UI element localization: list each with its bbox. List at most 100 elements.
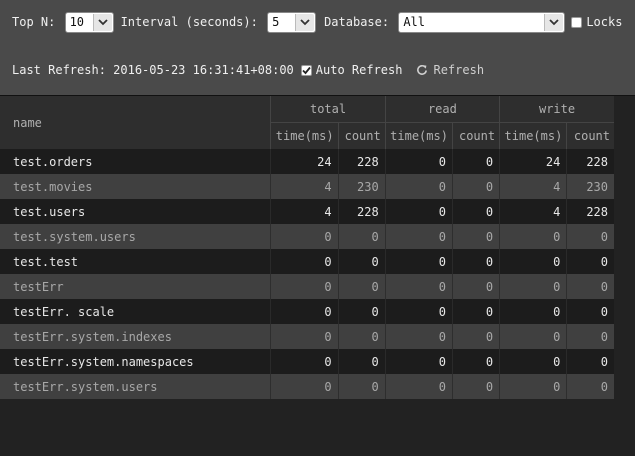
write-count-cell: 228 [566,149,614,174]
total-time-cell: 4 [270,174,339,199]
chevron-down-icon [92,13,112,31]
write-count-cell: 0 [566,224,614,249]
total-count-cell: 0 [337,249,386,274]
top-n-value: 10 [69,15,85,29]
read-count-cell: 0 [451,274,500,299]
total-count-cell: 228 [337,149,386,174]
last-refresh-label: Last Refresh: [12,63,114,77]
header-write-time[interactable]: time(ms) [499,122,567,149]
header-write-count[interactable]: count [566,122,614,149]
write-time-cell: 4 [499,199,567,224]
write-count-cell: 0 [566,324,614,349]
total-time-cell: 0 [270,249,339,274]
header-read-time[interactable]: time(ms) [384,122,453,149]
toolbar: Top N: 10 Interval (seconds): 5 Database… [0,0,635,95]
read-time-cell: 0 [384,349,453,374]
table-row[interactable]: test.system.users 0 0 0 0 0 0 [0,224,614,249]
header-total-time[interactable]: time(ms) [270,122,339,149]
table-row[interactable]: test.orders 24 228 0 0 24 228 [0,149,614,174]
write-count-cell: 0 [566,249,614,274]
read-time-cell: 0 [384,299,453,324]
total-count-cell: 0 [337,274,386,299]
chevron-down-icon [295,13,315,31]
row-name: test.movies [0,174,271,199]
header-total-count[interactable]: count [337,122,386,149]
total-time-cell: 0 [270,349,339,374]
row-name: testErr.system.indexes [0,324,271,349]
read-count-cell: 0 [451,199,500,224]
row-name: test.test [0,249,271,274]
total-time-cell: 0 [270,374,339,399]
write-time-cell: 24 [499,149,567,174]
interval-value: 5 [272,15,280,29]
interval-select[interactable]: 5 [267,11,317,33]
table-row[interactable]: testErr.system.namespaces 0 0 0 0 0 0 [0,349,614,374]
write-count-cell: 228 [566,199,614,224]
write-time-cell: 0 [499,249,567,274]
read-count-cell: 0 [451,299,500,324]
database-value: All [403,15,426,29]
write-count-cell: 0 [566,374,614,399]
refresh-button[interactable]: Refresh [416,63,484,77]
total-time-cell: 0 [270,274,339,299]
top-n-select[interactable]: 10 [64,11,114,33]
row-name: testErr.system.namespaces [0,349,271,374]
total-count-cell: 0 [337,324,386,349]
stats-table: name total read write time(ms) count tim… [0,96,614,399]
total-count-cell: 0 [337,349,386,374]
top-n-label: Top N: [12,15,63,29]
controls-row: Top N: 10 Interval (seconds): 5 Database… [12,10,622,34]
total-count-cell: 230 [337,174,386,199]
total-time-cell: 0 [270,299,339,324]
write-time-cell: 0 [499,349,567,374]
row-name: test.system.users [0,224,271,249]
row-name: testErr. scale [0,299,271,324]
read-count-cell: 0 [451,149,500,174]
header-read-count[interactable]: count [451,122,500,149]
read-count-cell: 0 [451,249,500,274]
total-count-cell: 228 [337,199,386,224]
write-count-cell: 0 [566,299,614,324]
header-group-read: read [384,96,500,123]
auto-refresh-checkbox[interactable] [300,64,312,76]
write-time-cell: 0 [499,324,567,349]
table-row[interactable]: test.test 0 0 0 0 0 0 [0,249,614,274]
read-time-cell: 0 [384,324,453,349]
write-time-cell: 0 [499,274,567,299]
read-count-cell: 0 [451,224,500,249]
read-count-cell: 0 [451,174,500,199]
status-row: Last Refresh: 2016-05-23 16:31:41+08:00 … [12,60,484,80]
read-count-cell: 0 [451,349,500,374]
table-row[interactable]: test.movies 4 230 0 0 4 230 [0,174,614,199]
locks-checkbox[interactable] [571,16,583,28]
database-select[interactable]: All [398,11,566,33]
table-row[interactable]: testErr 0 0 0 0 0 0 [0,274,614,299]
read-time-cell: 0 [384,224,453,249]
write-count-cell: 0 [566,274,614,299]
total-time-cell: 24 [270,149,339,174]
read-time-cell: 0 [384,174,453,199]
write-time-cell: 4 [499,174,567,199]
total-count-cell: 0 [337,224,386,249]
table-row[interactable]: testErr.system.indexes 0 0 0 0 0 0 [0,324,614,349]
read-count-cell: 0 [451,324,500,349]
checkmark-icon [302,66,311,74]
row-name: testErr [0,274,271,299]
total-time-cell: 4 [270,199,339,224]
total-count-cell: 0 [337,299,386,324]
row-name: test.users [0,199,271,224]
auto-refresh-label: Auto Refresh [315,63,403,77]
table-row[interactable]: testErr.system.users 0 0 0 0 0 0 [0,374,614,399]
table-row[interactable]: testErr. scale 0 0 0 0 0 0 [0,299,614,324]
header-name[interactable]: name [0,96,271,149]
refresh-icon [417,64,428,75]
refresh-label: Refresh [433,63,485,77]
database-label: Database: [324,15,397,29]
read-count-cell: 0 [451,374,500,399]
read-time-cell: 0 [384,149,453,174]
total-time-cell: 0 [270,224,339,249]
table-row[interactable]: test.users 4 228 0 0 4 228 [0,199,614,224]
write-count-cell: 230 [566,174,614,199]
write-time-cell: 0 [499,299,567,324]
header-group-write: write [499,96,614,123]
